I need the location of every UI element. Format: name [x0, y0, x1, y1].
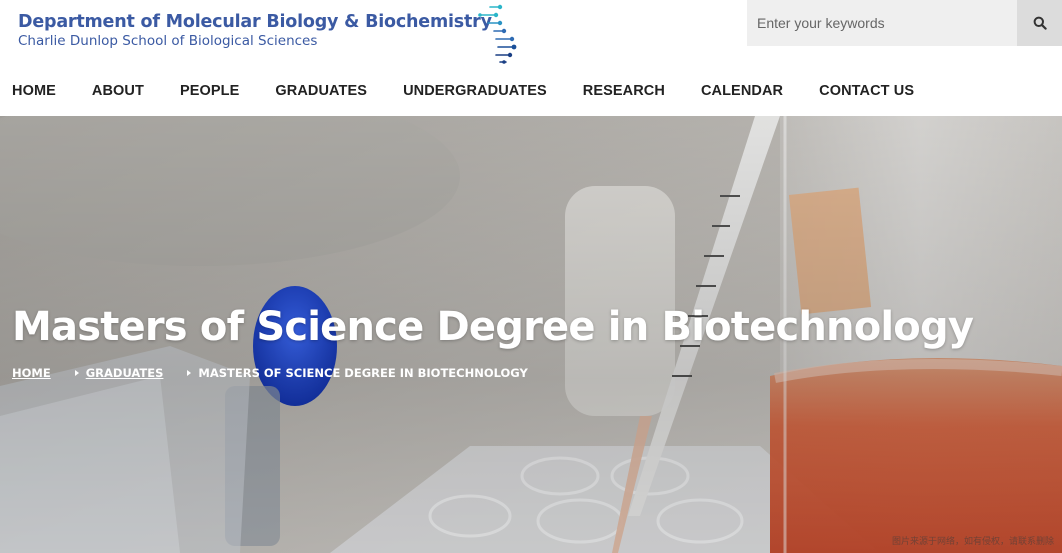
breadcrumb-home-link[interactable]: HOME	[12, 366, 51, 380]
department-title: Department of Molecular Biology & Bioche…	[18, 12, 492, 32]
search-icon	[1033, 16, 1047, 30]
breadcrumb-graduates-link[interactable]: GRADUATES	[86, 366, 164, 380]
site-header: Department of Molecular Biology & Bioche…	[0, 0, 1062, 66]
search-bar	[747, 0, 1062, 46]
hero-banner: Masters of Science Degree in Biotechnolo…	[0, 116, 1062, 553]
image-watermark: 图片来源于网络，如有侵权，请联系删除	[891, 537, 1054, 547]
breadcrumb-current: MASTERS OF SCIENCE DEGREE IN BIOTECHNOLO…	[198, 366, 528, 380]
search-input[interactable]	[747, 0, 1017, 46]
search-button[interactable]	[1017, 0, 1062, 46]
nav-item-graduates[interactable]: GRADUATES	[275, 83, 367, 99]
nav-item-people[interactable]: PEOPLE	[180, 83, 239, 99]
brand-logo-link[interactable]: Department of Molecular Biology & Bioche…	[18, 12, 492, 49]
nav-item-undergraduates[interactable]: UNDERGRADUATES	[403, 83, 547, 99]
nav-item-contact-us[interactable]: CONTACT US	[819, 83, 914, 99]
dna-strand-icon	[478, 4, 517, 64]
main-nav: HOME ABOUT PEOPLE GRADUATES UNDERGRADUAT…	[0, 66, 1062, 116]
nav-item-home[interactable]: HOME	[12, 83, 56, 99]
nav-item-research[interactable]: RESEARCH	[583, 83, 665, 99]
chevron-right-icon	[187, 370, 192, 376]
school-subtitle: Charlie Dunlop School of Biological Scie…	[18, 33, 318, 49]
nav-item-about[interactable]: ABOUT	[92, 83, 144, 99]
breadcrumb: HOME GRADUATES MASTERS OF SCIENCE DEGREE…	[12, 366, 528, 380]
nav-item-calendar[interactable]: CALENDAR	[701, 83, 783, 99]
chevron-right-icon	[74, 370, 79, 376]
page-title: Masters of Science Degree in Biotechnolo…	[12, 304, 974, 350]
